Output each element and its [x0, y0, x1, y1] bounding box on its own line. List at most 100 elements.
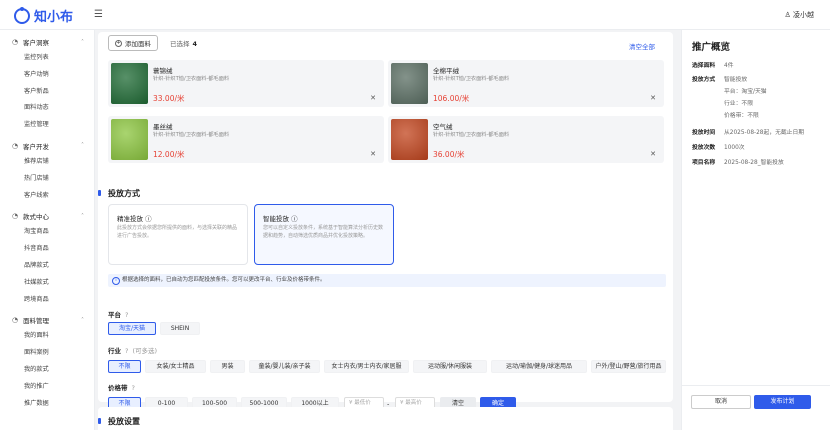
filter-chip[interactable]: 男装 — [210, 360, 245, 373]
summary-value: 4件 — [724, 63, 734, 69]
filter-chip[interactable]: 淘宝/天猫 — [108, 322, 156, 335]
sidebar-group-title[interactable]: ◔ 客户开发 ˄ — [12, 138, 94, 154]
cancel-button[interactable]: 取消 — [691, 395, 751, 409]
sidebar-item[interactable]: 我的面料 — [12, 328, 94, 345]
remove-fabric-icon[interactable]: ✕ — [650, 94, 656, 102]
fabric-card: 墨丝绒 针织-针织T恤/卫衣面料-都毛面料 12.00/米 ✕ — [108, 116, 384, 163]
sidebar-item[interactable]: 品牌款式 — [12, 258, 94, 275]
summary-key: 投放时间 — [692, 130, 716, 136]
folder-icon: ◔ — [12, 316, 19, 325]
help-icon: ? — [131, 384, 135, 392]
sidebar-item[interactable]: 面料案例 — [12, 345, 94, 362]
fabric-category: 针织-针织T恤/卫衣面料-都毛面料 — [433, 132, 510, 138]
filter-chip[interactable]: 女士内衣/男士内衣/家居服 — [324, 360, 409, 373]
sidebar-group-label: 款式中心 — [23, 213, 49, 222]
filter-chip[interactable]: 童装/婴儿装/亲子装 — [249, 360, 320, 373]
sidebar-item[interactable]: 监控列表 — [12, 50, 94, 67]
filter-chip[interactable]: 运动/瑜伽/健身/球迷用品 — [491, 360, 587, 373]
delivery-mode-desc: 您可以自定义投放条件，系统基于智能算法分析历史数据和趋势，自动筛选优质商品并优化… — [263, 225, 384, 239]
user-name: 凌小越 — [793, 11, 814, 19]
menu-collapse-icon[interactable]: ☰ — [94, 9, 103, 20]
fabric-card: 蓑锦绒 针织-针织T恤/卫衣面料-都毛面料 33.00/米 ✕ — [108, 60, 384, 107]
summary-key: 投放方式 — [692, 77, 716, 83]
summary-value: 2025-08-28_智能投放 — [724, 160, 784, 166]
summary-row: 投放次数 1000次 — [692, 142, 745, 151]
sidebar-item[interactable]: 客户动销 — [12, 67, 94, 84]
summary-key: 选择面料 — [692, 63, 716, 69]
summary-key: 项目名称 — [692, 160, 716, 166]
delivery-section-title: 投放方式 — [98, 189, 140, 198]
sidebar-item[interactable]: 跨境商品 — [12, 292, 94, 309]
summary-title: 推广概览 — [692, 42, 731, 53]
filter-chip[interactable]: 户外/登山/野营/旅行用品 — [591, 360, 666, 373]
fabric-thumbnail — [111, 63, 148, 104]
sidebar-group: ◔ 客户洞察 ˄ 监控列表 客户动销 客户新品 面料动态 监控管理 — [0, 34, 94, 134]
filter-chip[interactable]: 运动服/休闲服装 — [413, 360, 487, 373]
summary-value: 智能投放 — [724, 77, 748, 83]
selected-count-text: 已选择 4 — [170, 40, 198, 48]
remove-fabric-icon[interactable]: ✕ — [370, 94, 376, 102]
summary-panel: 推广概览 选择面料 4件投放方式 智能投放投放时间 从2025-08-28起，无截止日… — [681, 30, 830, 430]
fabric-category: 针织-针织T恤/卫衣面料-都毛面料 — [153, 76, 230, 82]
sidebar-item[interactable]: 社媒款式 — [12, 275, 94, 292]
sidebar-item[interactable]: 监控管理 — [12, 117, 94, 134]
tag-icon: ◔ — [12, 212, 19, 221]
sidebar-item[interactable]: 推荐店铺 — [12, 154, 94, 171]
pie-chart-icon: ◔ — [12, 38, 19, 46]
sidebar-item[interactable]: 客户新品 — [12, 84, 94, 101]
logo-text: 知小布 — [34, 10, 74, 25]
fabric-thumbnail — [391, 63, 428, 104]
sidebar-group-label: 客户开发 — [23, 142, 49, 151]
add-fabric-button[interactable]: + 添加面料 — [108, 35, 158, 51]
summary-row: 投放时间 从2025-08-28起，无截止日期 — [692, 127, 804, 136]
filter-chip[interactable]: 不限 — [108, 360, 141, 373]
fabric-card: 全棉平绒 针织-针织T恤/卫衣面料-都毛面料 106.00/米 ✕ — [388, 60, 664, 107]
sidebar-group-title[interactable]: ◔ 款式中心 ˄ — [12, 208, 94, 224]
info-banner: 根据选择的面料，已自动为您匹配投放条件。您可以更改平台、行业及价格带条件。 — [108, 274, 666, 287]
help-icon: ? — [125, 311, 129, 319]
user-icon: ♙ — [784, 11, 791, 19]
filter-chip[interactable]: 女装/女士精品 — [145, 360, 206, 373]
fabric-price: 36.00/米 — [433, 150, 465, 159]
summary-value: 1000次 — [724, 145, 745, 151]
summary-row: 选择面料 4件 — [692, 60, 734, 69]
sidebar-item[interactable]: 我的推广 — [12, 379, 94, 396]
publish-plan-button[interactable]: 发布计划 — [754, 395, 811, 409]
fabric-name: 空气绒 — [433, 123, 453, 131]
summary-sub-item: 价格带：不限 — [724, 113, 759, 119]
delivery-mode-option[interactable]: 智能投放 ⓘ 您可以自定义投放条件，系统基于智能算法分析历史数据和趋势，自动筛选优… — [254, 204, 394, 265]
summary-value: 从2025-08-28起，无截止日期 — [724, 130, 805, 136]
fabric-price: 12.00/米 — [153, 150, 185, 159]
filter-chip[interactable]: SHEIN — [160, 322, 200, 335]
delivery-mode-option[interactable]: 精准投放 ⓘ 此投放方式会依据您所提供的面料，与选择关联的精品进行广告投放。 — [108, 204, 248, 265]
sidebar-item[interactable]: 淘宝商品 — [12, 224, 94, 241]
delivery-method-card: 投放方式 精准投放 ⓘ 此投放方式会依据您所提供的面料，与选择关联的精品进行广告投… — [98, 177, 673, 410]
user-menu[interactable]: ♙ 凌小越 — [784, 10, 814, 20]
sidebar-group-title[interactable]: ◔ 面料管理 ˄ — [12, 312, 94, 328]
top-bar: 知小布 ☰ ♙ 凌小越 — [0, 0, 830, 30]
chevron-up-icon: ˄ — [81, 142, 84, 150]
main-content: + 添加面料 已选择 4 清空全部 蓑锦绒 针织-针织T恤/卫衣面料-都毛面料 33.0… — [96, 30, 676, 430]
sidebar-item[interactable]: 客户线索 — [12, 188, 94, 205]
sidebar-item[interactable]: 热门店铺 — [12, 171, 94, 188]
logo-icon — [14, 6, 30, 24]
settings-section-title: 投放设置 — [98, 417, 140, 426]
sidebar-item[interactable]: 推广数据 — [12, 396, 94, 413]
fabric-price: 106.00/米 — [433, 94, 470, 103]
delivery-mode-desc: 此投放方式会依据您所提供的面料，与选择关联的精品进行广告投放。 — [117, 225, 238, 239]
logo[interactable]: 知小布 — [14, 6, 73, 25]
fabric-category: 针织-针织T恤/卫衣面料-都毛面料 — [153, 132, 230, 138]
remove-fabric-icon[interactable]: ✕ — [650, 150, 656, 158]
summary-row: 投放方式 智能投放 — [692, 74, 747, 83]
fabric-thumbnail — [391, 119, 428, 160]
fabric-name: 墨丝绒 — [153, 123, 173, 131]
delivery-mode-title: 精准投放 ⓘ — [117, 215, 152, 223]
price-label: 价格带? — [108, 384, 135, 392]
remove-fabric-icon[interactable]: ✕ — [370, 150, 376, 158]
delivery-mode-title: 智能投放 ⓘ — [263, 215, 298, 223]
sidebar-item[interactable]: 抖音商品 — [12, 241, 94, 258]
sidebar-group-title[interactable]: ◔ 客户洞察 ˄ — [12, 34, 94, 50]
clear-all-link[interactable]: 清空全部 — [629, 41, 655, 51]
sidebar-item[interactable]: 我的款式 — [12, 362, 94, 379]
sidebar-item[interactable]: 面料动态 — [12, 100, 94, 117]
